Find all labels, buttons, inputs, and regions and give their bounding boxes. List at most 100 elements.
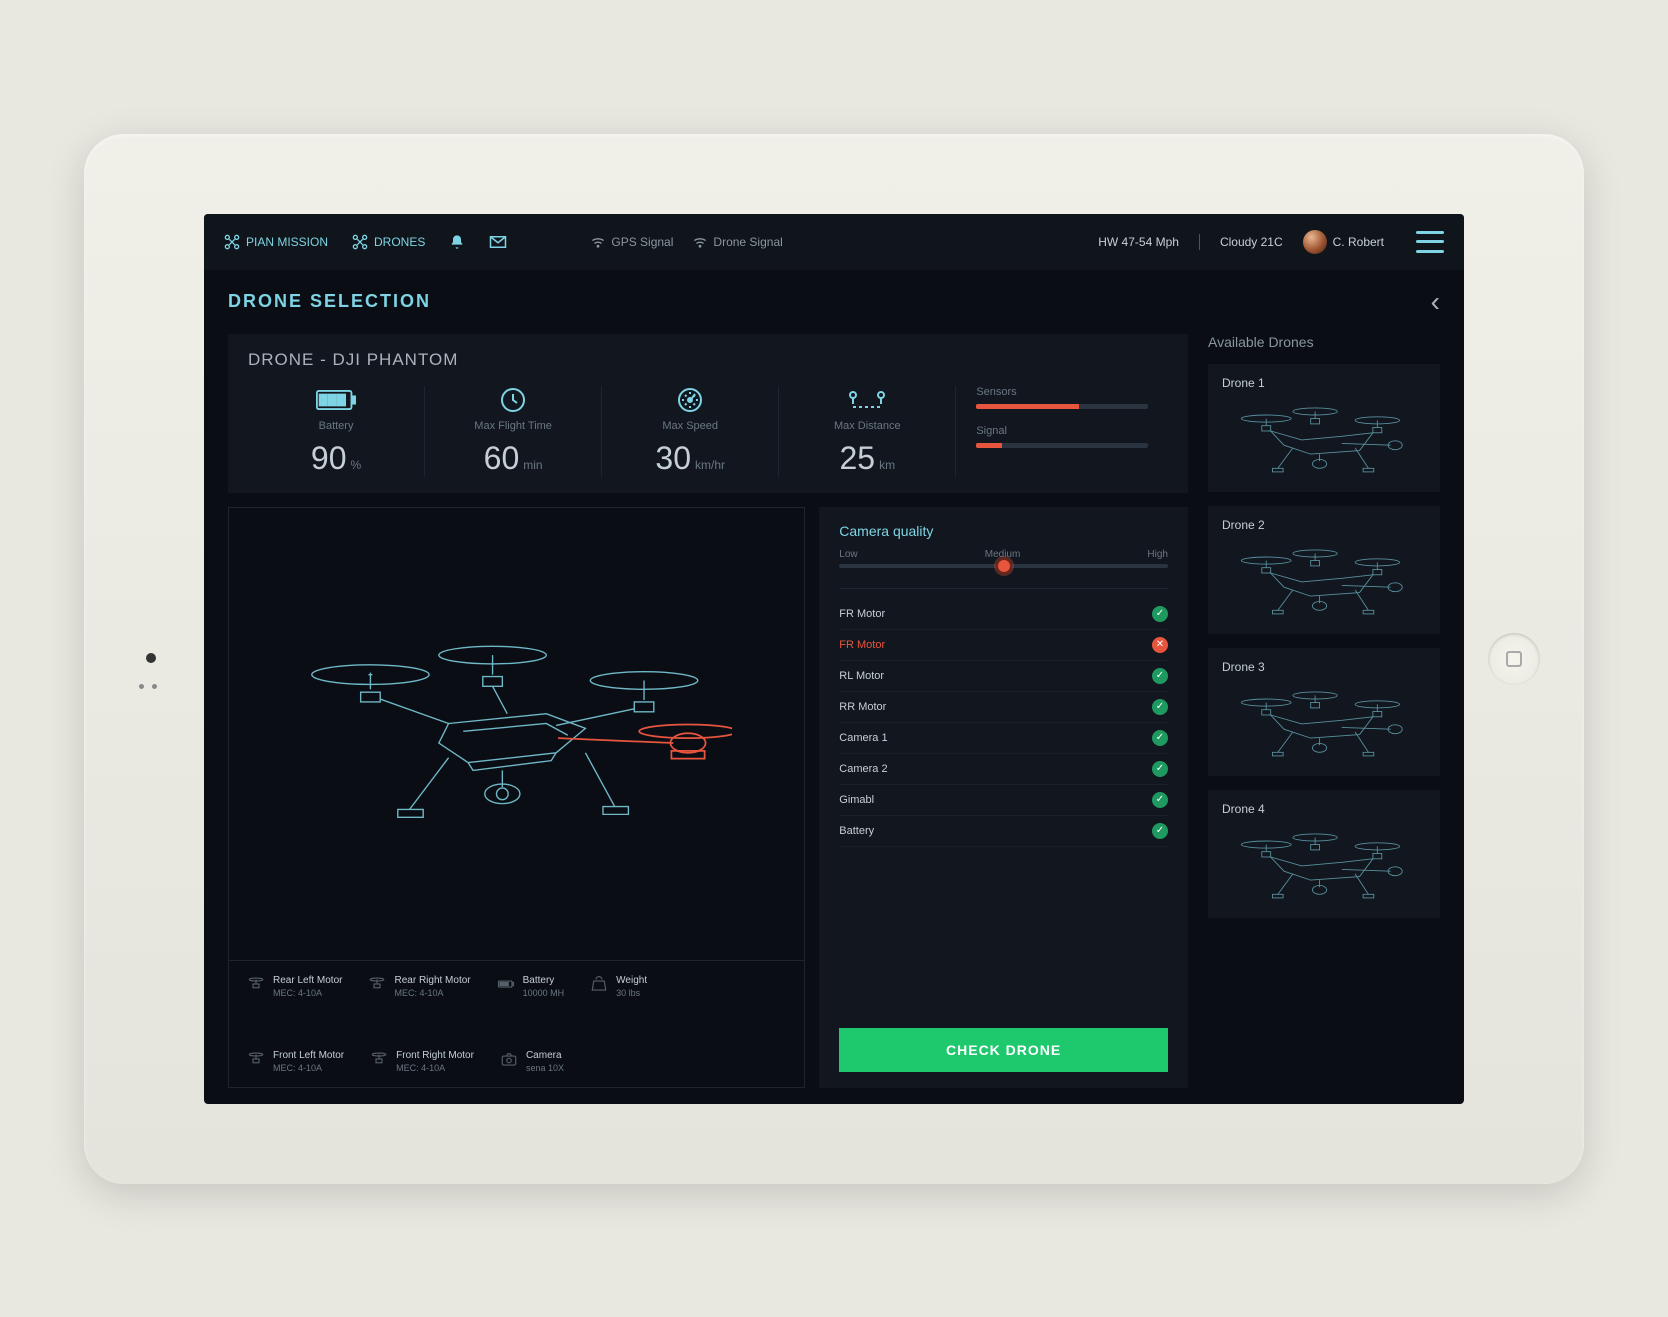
check-label: Camera 2 bbox=[839, 763, 887, 775]
check-row: FR Motor✓ bbox=[839, 599, 1168, 630]
camera-quality-slider[interactable] bbox=[839, 564, 1168, 568]
drone-wireframe-svg bbox=[302, 616, 732, 851]
stat-value: 60 bbox=[484, 440, 520, 476]
camera-quality-title: Camera quality bbox=[839, 523, 1168, 539]
stat-value: 30 bbox=[655, 440, 691, 476]
user-name: C. Robert bbox=[1333, 235, 1384, 249]
screen: PIAN MISSION DRONES GPS Signal Drone Sig bbox=[204, 214, 1464, 1104]
drone-signal: Drone Signal bbox=[693, 235, 782, 249]
stat-unit: min bbox=[523, 458, 542, 472]
motor-icon bbox=[368, 975, 386, 993]
drone-icon bbox=[224, 234, 240, 250]
user-menu[interactable]: C. Robert bbox=[1303, 230, 1384, 254]
check-label: FR Motor bbox=[839, 608, 885, 620]
weight-icon bbox=[590, 975, 608, 993]
drone-tile-label: Drone 2 bbox=[1222, 518, 1426, 532]
header: PIAN MISSION DRONES GPS Signal Drone Sig bbox=[204, 214, 1464, 270]
drone-thumb bbox=[1222, 824, 1426, 906]
available-drones-panel: Available Drones Drone 1 Drone 2 Drone 3… bbox=[1208, 334, 1440, 1088]
spec-sub: 30 lbs bbox=[616, 988, 647, 998]
spec-label: Rear Left Motor bbox=[273, 975, 342, 986]
stat-unit: km bbox=[879, 458, 895, 472]
drone-tile[interactable]: Drone 3 bbox=[1208, 648, 1440, 776]
mail-icon bbox=[489, 235, 507, 249]
messages-button[interactable] bbox=[489, 235, 507, 249]
check-ok-icon: ✓ bbox=[1152, 761, 1168, 777]
bar-track bbox=[976, 404, 1148, 409]
check-label: RR Motor bbox=[839, 701, 886, 713]
spec-label: Battery bbox=[523, 975, 565, 986]
drone-tile-label: Drone 3 bbox=[1222, 660, 1426, 674]
spec-sub: 10000 MH bbox=[523, 988, 565, 998]
header-center: GPS Signal Drone Signal bbox=[591, 235, 782, 249]
spec-label: Front Left Motor bbox=[273, 1050, 344, 1061]
slider-label-high: High bbox=[1147, 549, 1168, 560]
drone-thumb bbox=[1222, 540, 1426, 622]
stat-label: Max Speed bbox=[612, 420, 768, 432]
signal-bar: Signal bbox=[976, 425, 1148, 448]
motor-icon bbox=[247, 975, 265, 993]
drone-name: DRONE - DJI PHANTOM bbox=[248, 350, 1168, 370]
check-ok-icon: ✓ bbox=[1152, 730, 1168, 746]
drone-tile[interactable]: Drone 4 bbox=[1208, 790, 1440, 918]
main-row: DRONE - DJI PHANTOM Battery 90% bbox=[228, 334, 1440, 1088]
notifications-button[interactable] bbox=[449, 234, 465, 250]
bar-label: Signal bbox=[976, 425, 1148, 437]
wifi-icon bbox=[591, 236, 605, 248]
check-error-icon: ✕ bbox=[1152, 637, 1168, 653]
drone-tile[interactable]: Drone 2 bbox=[1208, 506, 1440, 634]
stat-max-speed: Max Speed 30km/hr bbox=[602, 386, 779, 477]
check-drone-button[interactable]: CHECK DRONE bbox=[839, 1028, 1168, 1072]
spec-item: Front Right Motor MEC: 4-10A bbox=[370, 1050, 474, 1073]
spec-label: Front Right Motor bbox=[396, 1050, 474, 1061]
drone-tile-label: Drone 1 bbox=[1222, 376, 1426, 390]
bars-column: Sensors Signal bbox=[956, 386, 1168, 477]
check-row: FR Motor✕ bbox=[839, 630, 1168, 661]
drone-signal-label: Drone Signal bbox=[713, 235, 782, 249]
menu-button[interactable] bbox=[1416, 231, 1444, 253]
check-ok-icon: ✓ bbox=[1152, 823, 1168, 839]
drone-icon bbox=[352, 234, 368, 250]
bell-icon bbox=[449, 234, 465, 250]
stat-value: 25 bbox=[839, 440, 875, 476]
weather-wind: HW 47-54 Mph bbox=[1098, 235, 1179, 249]
check-row: RL Motor ✓ bbox=[839, 661, 1168, 692]
nav-drones[interactable]: DRONES bbox=[352, 234, 425, 250]
slider-thumb[interactable] bbox=[996, 558, 1012, 574]
check-label: RL Motor bbox=[839, 670, 884, 682]
spec-item: Battery 10000 MH bbox=[497, 975, 565, 998]
divider bbox=[1199, 234, 1200, 250]
drone-thumb bbox=[1222, 398, 1426, 480]
sensors-bar: Sensors bbox=[976, 386, 1148, 409]
check-label: Camera 1 bbox=[839, 732, 887, 744]
main-column: DRONE - DJI PHANTOM Battery 90% bbox=[228, 334, 1188, 1088]
drone-tile[interactable]: Drone 1 bbox=[1208, 364, 1440, 492]
spec-label: Weight bbox=[616, 975, 647, 986]
drone-thumb bbox=[1222, 682, 1426, 764]
spec-sub: MEC: 4-10A bbox=[273, 1063, 344, 1073]
check-ok-icon: ✓ bbox=[1152, 668, 1168, 684]
stat-label: Max Distance bbox=[789, 420, 945, 432]
bar-fill bbox=[976, 404, 1079, 409]
home-button[interactable] bbox=[1488, 633, 1540, 685]
wifi-icon bbox=[693, 236, 707, 248]
check-ok-icon: ✓ bbox=[1152, 699, 1168, 715]
check-row: RR Motor ✓ bbox=[839, 692, 1168, 723]
stat-max-distance: Max Distance 25 km bbox=[779, 386, 956, 477]
battery-icon bbox=[497, 975, 515, 993]
drone-tile-label: Drone 4 bbox=[1222, 802, 1426, 816]
bar-fill bbox=[976, 443, 1002, 448]
avatar bbox=[1303, 230, 1327, 254]
spec-sub: sena 10X bbox=[526, 1063, 564, 1073]
back-button[interactable]: ‹ bbox=[1431, 286, 1440, 318]
motor-icon bbox=[247, 1050, 265, 1068]
camera-icon bbox=[500, 1050, 518, 1068]
spec-label: Rear Right Motor bbox=[394, 975, 470, 986]
nav-label: DRONES bbox=[374, 235, 425, 249]
component-checklist: FR Motor✓FR Motor✕RL Motor✓RR Motor✓Came… bbox=[839, 588, 1168, 1014]
nav-plan-mission[interactable]: PIAN MISSION bbox=[224, 234, 328, 250]
nav-label: PIAN MISSION bbox=[246, 235, 328, 249]
weather-sky: Cloudy 21C bbox=[1220, 235, 1283, 249]
distance-icon bbox=[789, 386, 945, 414]
spec-sub: MEC: 4-10A bbox=[396, 1063, 474, 1073]
